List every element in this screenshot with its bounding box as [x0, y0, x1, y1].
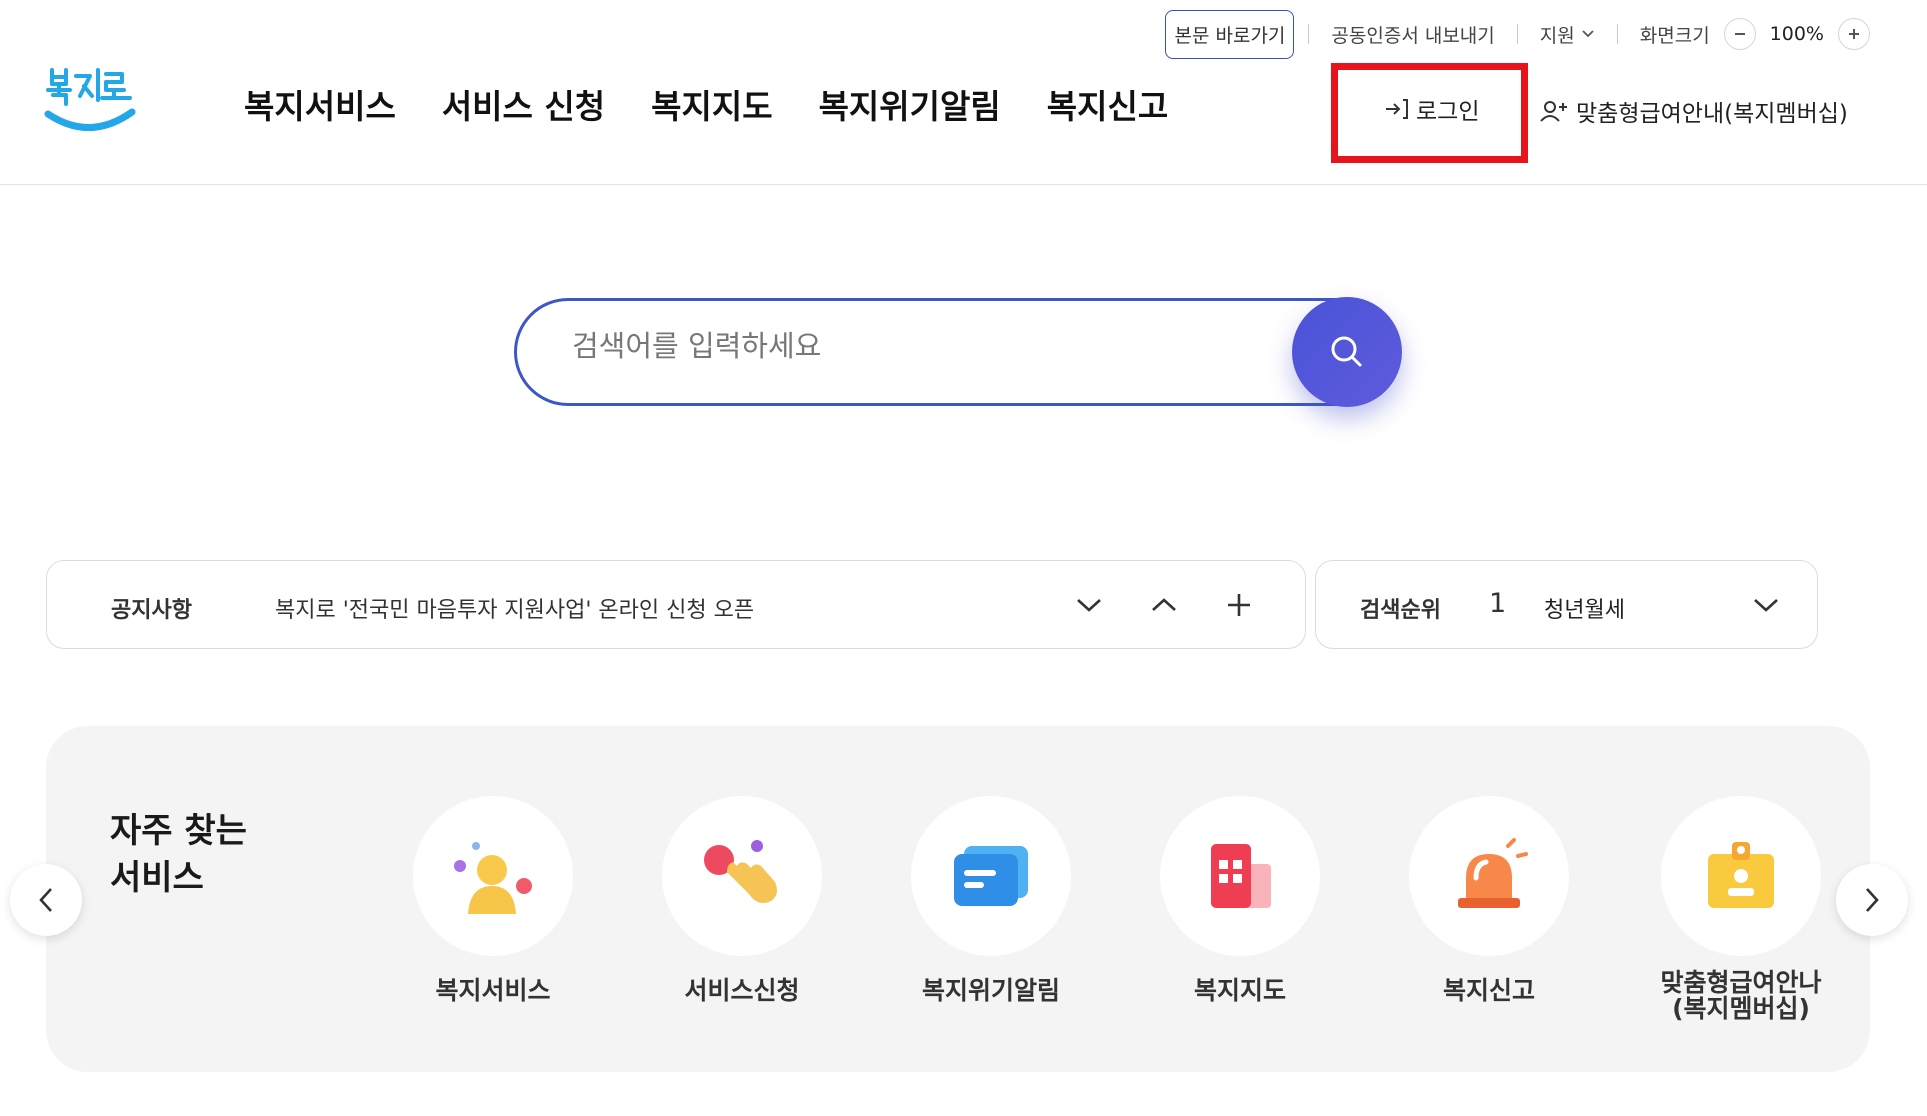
search-bar [514, 297, 1402, 407]
login-button[interactable]: 로그인 [1384, 92, 1479, 126]
login-icon [1386, 99, 1408, 119]
zoom-in-button[interactable] [1838, 18, 1870, 50]
chevron-down-icon [1582, 30, 1594, 38]
fav-icon-circle [413, 796, 573, 956]
fav-icon-circle [911, 796, 1071, 956]
person-icon [454, 842, 532, 914]
notice-bar: 공지사항 복지로 '전국민 마음투자 지원사업' 온라인 신청 오픈 [46, 560, 1306, 649]
user-add-icon [1540, 101, 1567, 122]
main-nav: 복지서비스 서비스 신청 복지지도 복지위기알림 복지신고 [244, 80, 1168, 128]
notice-prev-button[interactable] [1142, 583, 1186, 627]
fav-title-line1: 자주 찾는 [110, 811, 247, 851]
fav-label: 복지신고 [1442, 976, 1535, 1005]
cert-export-link[interactable]: 공동인증서 내보내기 [1331, 21, 1494, 48]
bokjiro-logo-icon [44, 68, 136, 131]
fav-icon-circle [1160, 796, 1320, 956]
support-dropdown[interactable]: 지원 [1540, 21, 1595, 48]
nav-item-crisis-alert[interactable]: 복지위기알림 [819, 80, 1001, 128]
search-button[interactable] [1292, 297, 1402, 407]
fav-item-crisis-alert[interactable]: 복지위기알림 [891, 796, 1091, 1004]
id-badge-icon [1708, 842, 1774, 908]
fav-item-welfare-service[interactable]: 복지서비스 [393, 796, 593, 1004]
fav-label: 복지서비스 [435, 976, 551, 1005]
notice-more-button[interactable] [1217, 583, 1261, 627]
hand-tap-icon [704, 840, 777, 903]
chevron-down-icon [1754, 599, 1778, 612]
fav-item-membership[interactable]: 맞춤형급여안나 (복지멤버십) [1641, 796, 1841, 1023]
zoom-label: 화면크기 [1639, 24, 1710, 47]
fav-label: 맞춤형급여안나 (복지멤버십) [1641, 968, 1841, 1024]
fav-icon-circle [662, 796, 822, 956]
fav-label: 복지지도 [1193, 976, 1286, 1005]
notice-next-button[interactable] [1067, 583, 1111, 627]
fav-label-line1: 맞춤형급여안나 [1660, 968, 1822, 997]
site-logo[interactable] [44, 62, 136, 142]
membership-label: 맞춤형급여안내(복지멤버십) [1576, 101, 1848, 127]
rank-number: 1 [1489, 588, 1507, 619]
fav-icon-circle [1661, 796, 1821, 956]
fav-item-service-apply[interactable]: 서비스신청 [642, 796, 842, 1004]
divider [1516, 24, 1518, 44]
fav-item-welfare-map[interactable]: 복지지도 [1140, 796, 1340, 1004]
notice-text-link[interactable]: 복지로 '전국민 마음투자 지원사업' 온라인 신청 오픈 [275, 592, 754, 624]
plus-icon [1849, 29, 1859, 39]
nav-item-welfare-service[interactable]: 복지서비스 [244, 80, 396, 128]
rank-keyword-link[interactable]: 청년월세 [1544, 592, 1625, 624]
map-icon [1211, 844, 1271, 908]
carousel-next-button[interactable] [1836, 864, 1908, 936]
favorite-services-title: 자주 찾는 서비스 [110, 808, 247, 902]
nav-item-welfare-map[interactable]: 복지지도 [651, 80, 772, 128]
search-icon [1331, 336, 1362, 367]
chevron-right-icon [1866, 888, 1879, 912]
siren-icon [1458, 838, 1528, 908]
carousel-prev-button[interactable] [10, 864, 82, 936]
fav-label: 서비스신청 [684, 976, 800, 1005]
chevron-down-icon [1077, 599, 1101, 612]
membership-link[interactable]: 맞춤형급여안내(복지멤버십) [1540, 94, 1848, 128]
zoom-out-button[interactable] [1723, 18, 1756, 50]
divider [1308, 24, 1310, 44]
message-icon [954, 846, 1028, 906]
notice-label: 공지사항 [111, 598, 192, 623]
nav-item-welfare-report[interactable]: 복지신고 [1047, 80, 1168, 128]
divider [1616, 24, 1618, 44]
search-input[interactable] [572, 329, 1272, 363]
fav-title-line2: 서비스 [110, 857, 204, 898]
chevron-up-icon [1152, 598, 1176, 611]
skip-to-content-button[interactable]: 본문 바로가기 [1165, 9, 1295, 59]
support-label: 지원 [1539, 24, 1575, 47]
zoom-value: 100% [1769, 23, 1824, 45]
utility-bar: 본문 바로가기 공동인증서 내보내기 지원 화면크기 100% [1165, 8, 1870, 60]
fav-icon-circle [1409, 796, 1569, 956]
fav-label-line2: (복지멤버십) [1672, 994, 1810, 1024]
fav-item-welfare-report[interactable]: 복지신고 [1389, 796, 1589, 1004]
rank-expand-button[interactable] [1744, 583, 1788, 627]
site-header: 본문 바로가기 공동인증서 내보내기 지원 화면크기 100% 복지서비스 서비… [0, 0, 1927, 185]
rank-label: 검색순위 [1360, 598, 1441, 623]
login-label: 로그인 [1416, 99, 1480, 125]
search-rank-bar: 검색순위 1 청년월세 [1315, 560, 1818, 649]
chevron-left-icon [39, 888, 52, 912]
plus-icon [1228, 594, 1250, 616]
minus-icon [1734, 33, 1745, 35]
fav-label: 복지위기알림 [921, 976, 1060, 1005]
nav-item-service-apply[interactable]: 서비스 신청 [442, 80, 605, 128]
